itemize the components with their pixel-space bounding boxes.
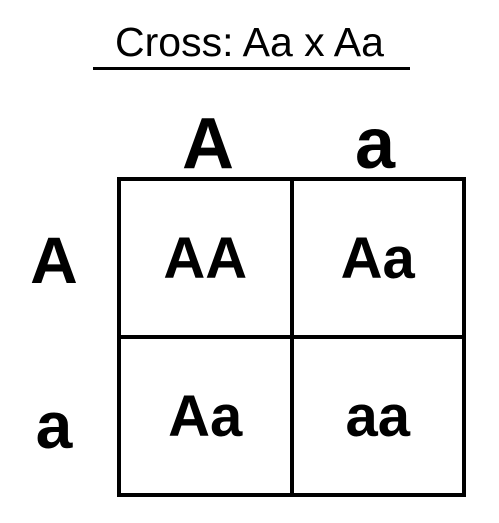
title-underline: [93, 67, 410, 70]
column-header-allele-1: A: [182, 104, 234, 184]
row-header-allele-1: A: [30, 223, 78, 297]
row-header-allele-2: a: [35, 388, 73, 462]
cell-offspring-1: AA: [121, 181, 292, 337]
punnett-square: AA Aa Aa aa: [117, 177, 466, 497]
cell-offspring-2: Aa: [291, 181, 462, 337]
cross-title: Cross: Aa x Aa: [115, 19, 384, 65]
cell-offspring-3: Aa: [121, 337, 292, 493]
column-header-allele-2: a: [354, 104, 396, 184]
cell-offspring-4: aa: [291, 337, 462, 493]
